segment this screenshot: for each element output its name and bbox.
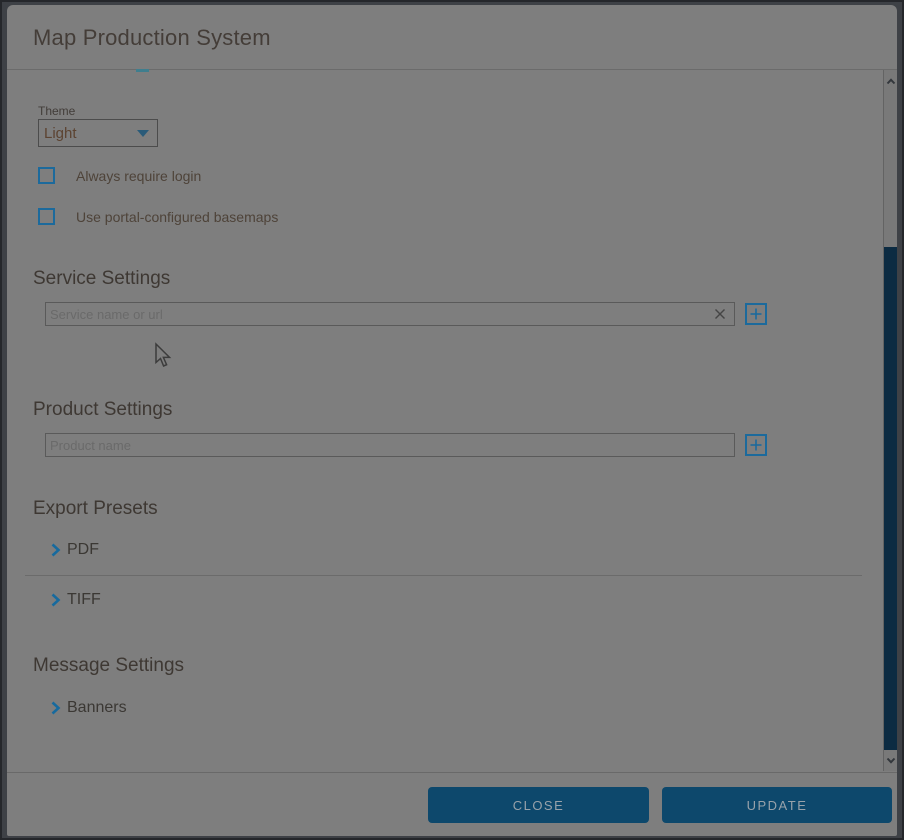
checkbox-label[interactable]: Use portal-configured basemaps — [76, 209, 278, 225]
close-button[interactable]: CLOSE — [428, 787, 649, 823]
screen-backdrop: Map Production System Theme Light Always… — [0, 0, 904, 840]
add-product-button[interactable] — [745, 434, 767, 456]
export-presets-heading: Export Presets — [33, 498, 158, 520]
expander-label: Banners — [67, 699, 127, 717]
service-input-wrapper — [45, 302, 735, 326]
scroll-up-icon[interactable] — [884, 72, 897, 90]
product-settings-heading: Product Settings — [33, 399, 172, 421]
scroll-down-icon[interactable] — [884, 751, 897, 769]
expander-tiff[interactable]: TIFF — [50, 591, 101, 609]
theme-label: Theme — [38, 104, 75, 118]
chevron-right-icon — [50, 700, 61, 716]
portal-basemaps-checkbox[interactable] — [38, 208, 55, 225]
expander-banners[interactable]: Banners — [50, 699, 127, 717]
service-settings-heading: Service Settings — [33, 268, 170, 290]
divider — [25, 575, 862, 576]
expander-label: TIFF — [67, 591, 101, 609]
chevron-right-icon — [50, 542, 61, 558]
checkbox-label[interactable]: Always require login — [76, 168, 201, 184]
dialog-title: Map Production System — [33, 25, 271, 51]
plus-icon — [750, 308, 762, 320]
add-service-button[interactable] — [745, 303, 767, 325]
product-input-wrapper — [45, 433, 735, 457]
mouse-cursor-icon — [154, 342, 174, 370]
update-button[interactable]: UPDATE — [662, 787, 892, 823]
plus-icon — [750, 439, 762, 451]
message-settings-heading: Message Settings — [33, 655, 184, 677]
clear-x-icon[interactable] — [714, 308, 726, 320]
theme-select[interactable]: Light — [38, 119, 158, 147]
map-production-system-dialog: Map Production System Theme Light Always… — [7, 5, 897, 836]
expander-pdf[interactable]: PDF — [50, 541, 99, 559]
theme-select-value: Light — [44, 125, 137, 142]
dialog-footer: CLOSE UPDATE — [7, 772, 897, 836]
expander-label: PDF — [67, 541, 99, 559]
always-require-login-checkbox[interactable] — [38, 167, 55, 184]
scrolled-element-edge — [136, 69, 149, 72]
scrollbar[interactable] — [883, 70, 897, 771]
dialog-header: Map Production System — [7, 5, 897, 70]
always-require-login-row[interactable]: Always require login — [38, 167, 201, 184]
chevron-right-icon — [50, 592, 61, 608]
scrollbar-thumb[interactable] — [884, 247, 897, 750]
service-name-input[interactable] — [50, 307, 714, 322]
product-name-input[interactable] — [50, 438, 726, 453]
caret-down-icon — [137, 130, 149, 137]
portal-basemaps-row[interactable]: Use portal-configured basemaps — [38, 208, 278, 225]
